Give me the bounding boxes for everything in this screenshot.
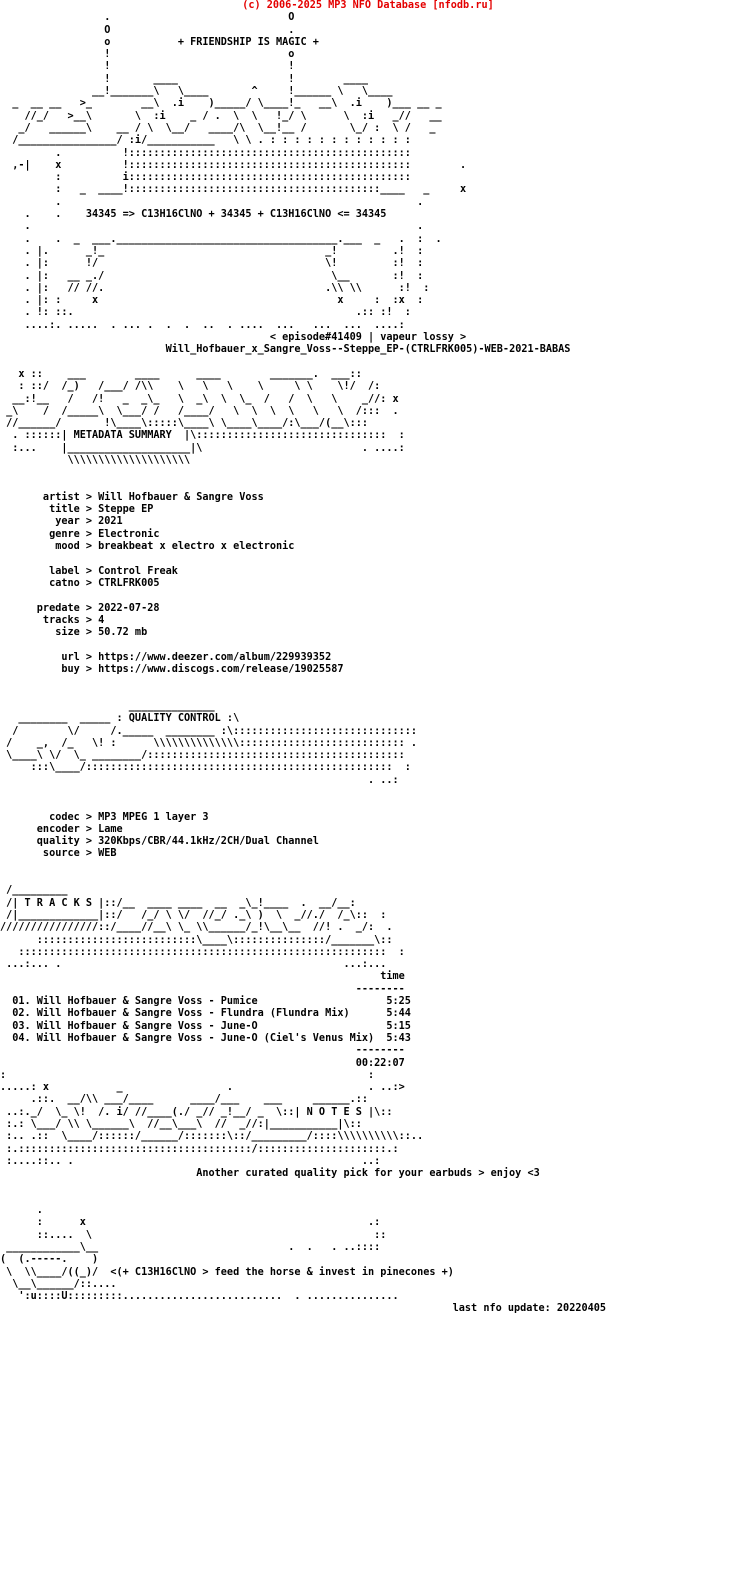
metadata-summary-banner: x :: ___ ____ ____ _______. ___:: : ::/ … (6, 368, 405, 466)
quality-control-banner: ______________ ________ _____ : QUALITY … (6, 700, 418, 786)
nfo-document: (c) 2006-2025 MP3 NFO Database [nfodb.ru… (0, 0, 736, 1572)
spacer-10 (0, 1181, 736, 1206)
release-name: Will_Hofbauer_x_Sangre_Voss--Steppe_EP-(… (165, 344, 571, 356)
mid-frame-art: . . . . 34345 => C13H16ClNO + 34345 + C1… (24, 196, 442, 331)
spacer-4 (0, 676, 736, 701)
tracklist: time -------- 01. Will Hofbauer & Sangre… (12, 971, 411, 1069)
footer-horse-art: . : x .: ::.... \ :: ____________\__ . .… (0, 1205, 454, 1303)
spacer-3 (0, 467, 736, 492)
spacer-2 (0, 357, 736, 369)
last-update: last nfo update: 20220405 (452, 1303, 606, 1315)
copyright-text: (c) 2006-2025 MP3 NFO Database [nfodb.ru… (242, 0, 494, 11)
copyright-header: (c) 2006-2025 MP3 NFO Database [nfodb.ru… (0, 0, 736, 12)
top-banner-art: . O O . o + FRIENDSHIP IS MAGIC + ! o ! … (12, 12, 467, 196)
quality-fields: codec > MP3 MPEG 1 layer 3 encoder > Lam… (36, 811, 319, 860)
notes-message: Another curated quality pick for your ea… (196, 1168, 540, 1180)
tracks-banner: /_________ /| T R A C K S |::/__ ____ __… (0, 885, 405, 971)
metadata-fields: artist > Will Hofbauer & Sangre Voss tit… (36, 491, 344, 676)
notes-banner: : : .....: x _ . . ..:> .::. __/\\ ___/_… (0, 1069, 424, 1167)
episode-line-text: < episode#41409 | vapeur lossy > (269, 332, 467, 344)
spacer-5 (0, 787, 736, 812)
spacer-6 (0, 861, 736, 886)
